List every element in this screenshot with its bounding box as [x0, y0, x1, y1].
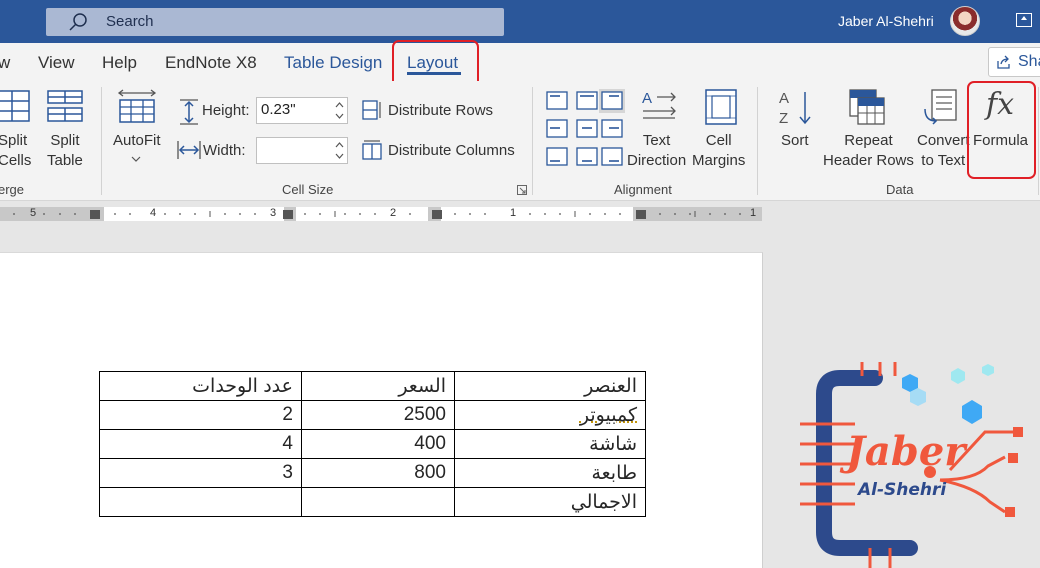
table-header-row: العنصر السعر عدد الوحدات: [100, 372, 646, 401]
search-label: Search: [106, 13, 154, 30]
convert-to-text-label-2: to Text: [917, 151, 970, 171]
convert-to-text-label-1: Convert: [917, 131, 970, 151]
width-field[interactable]: [256, 137, 348, 164]
table-row: طابعة 800 3: [100, 459, 646, 488]
table-row: الاجمالي: [100, 488, 646, 517]
svg-text:A: A: [642, 90, 652, 107]
distribute-rows-icon: [362, 100, 382, 120]
horizontal-ruler[interactable]: 5 4 3 2 1 1: [0, 207, 762, 221]
repeat-header-rows-label-2: Header Rows: [823, 151, 914, 171]
title-bar: Search Jaber Al-Shehri: [0, 0, 1040, 43]
dialog-launcher-icon[interactable]: [517, 185, 527, 195]
convert-to-text-icon: [922, 89, 958, 127]
table-row: كمبيوتر 2500 2: [100, 401, 646, 430]
sort-icon: AZ: [777, 88, 815, 126]
chevron-down-icon: [131, 156, 141, 162]
split-table-label-2: Table: [47, 151, 83, 171]
share-label: Sha: [1018, 53, 1040, 71]
cell-margins-label-2: Margins: [692, 151, 745, 171]
split-cells-label-1: Split: [0, 131, 31, 151]
table-cell[interactable]: 3: [100, 459, 302, 488]
spin-up-icon[interactable]: [335, 142, 344, 148]
split-cells-icon: [0, 90, 30, 122]
group-separator: [1038, 87, 1039, 195]
document-table[interactable]: العنصر السعر عدد الوحدات كمبيوتر 2500 2 …: [99, 371, 646, 517]
column-width-icon: [177, 139, 201, 161]
tab-review[interactable]: w: [0, 53, 10, 73]
spin-down-icon[interactable]: [335, 153, 344, 159]
repeat-header-rows-label-1: Repeat: [823, 131, 914, 151]
data-group-label: Data: [886, 182, 913, 197]
distribute-columns-icon: [362, 140, 382, 160]
cell-size-group-label: Cell Size: [282, 182, 333, 197]
search-icon: [68, 12, 88, 32]
ruler-ticks: [0, 207, 762, 221]
split-cells-label-2: Cells: [0, 151, 31, 171]
logo-text-jaber: Jaber: [839, 428, 968, 475]
repeat-header-rows-icon: [849, 89, 885, 125]
distribute-rows-label: Distribute Rows: [388, 101, 493, 121]
table-cell[interactable]: 400: [302, 430, 455, 459]
table-row: شاشة 400 4: [100, 430, 646, 459]
tab-help[interactable]: Help: [102, 53, 137, 73]
tab-table-design[interactable]: Table Design: [284, 53, 382, 73]
table-cell[interactable]: شاشة: [455, 430, 646, 459]
text-direction-label-2: Direction: [627, 151, 686, 171]
ribbon-display-options-icon[interactable]: [1016, 13, 1032, 27]
logo-text-alshehri: Al-Shehri: [856, 480, 947, 500]
text-direction-label-1: Text: [627, 131, 686, 151]
table-cell[interactable]: السعر: [302, 372, 455, 401]
table-cell[interactable]: 4: [100, 430, 302, 459]
formula-highlight: [967, 81, 1036, 179]
height-field[interactable]: 0.23": [256, 97, 348, 124]
tab-view[interactable]: View: [38, 53, 75, 73]
table-cell[interactable]: 2500: [302, 401, 455, 430]
table-cell[interactable]: [100, 488, 302, 517]
group-separator: [532, 87, 533, 195]
split-table-icon: [47, 90, 83, 122]
cell-alignment-icon[interactable]: [544, 89, 630, 169]
search-box[interactable]: Search: [46, 8, 504, 36]
table-cell[interactable]: كمبيوتر: [455, 401, 646, 430]
tab-endnote[interactable]: EndNote X8: [165, 53, 257, 73]
table-cell[interactable]: طابعة: [455, 459, 646, 488]
cell-margins-icon: [705, 89, 737, 125]
svg-text:A: A: [779, 90, 789, 107]
alignment-group-label: Alignment: [614, 182, 672, 197]
table-cell-text: كمبيوتر: [580, 405, 637, 426]
spin-up-icon[interactable]: [335, 102, 344, 108]
share-button[interactable]: Sha: [988, 47, 1040, 77]
jaber-alshehri-logo: Jaber Al-Shehri: [800, 362, 1032, 568]
width-label: Width:: [203, 141, 246, 161]
avatar[interactable]: [950, 6, 980, 36]
text-direction-icon: A: [641, 89, 677, 125]
user-name[interactable]: Jaber Al-Shehri: [838, 13, 934, 29]
svg-text:Z: Z: [779, 110, 788, 126]
table-cell[interactable]: عدد الوحدات: [100, 372, 302, 401]
autofit-icon: [117, 88, 157, 124]
alignment-grid: [544, 89, 630, 169]
autofit-label: AutoFit: [113, 131, 161, 151]
ribbon-tabs: w View Help EndNote X8 Table Design Layo…: [0, 43, 1040, 81]
group-separator: [757, 87, 758, 195]
height-value: 0.23": [261, 101, 296, 118]
spin-down-icon[interactable]: [335, 113, 344, 119]
group-separator: [101, 87, 102, 195]
share-icon: [997, 55, 1011, 69]
table-cell[interactable]: الاجمالي: [455, 488, 646, 517]
distribute-columns-label: Distribute Columns: [388, 141, 515, 161]
table-cell[interactable]: العنصر: [455, 372, 646, 401]
table-cell[interactable]: 2: [100, 401, 302, 430]
split-table-label-1: Split: [47, 131, 83, 151]
row-height-icon: [178, 99, 200, 125]
sort-label: Sort: [781, 131, 809, 151]
table-cell[interactable]: [302, 488, 455, 517]
height-label: Height:: [202, 101, 250, 121]
ribbon: Split Cells Split Table erge AutoFit Hei…: [0, 81, 1040, 201]
merge-group-label: erge: [0, 182, 24, 197]
table-cell[interactable]: 800: [302, 459, 455, 488]
cell-margins-label-1: Cell: [692, 131, 745, 151]
